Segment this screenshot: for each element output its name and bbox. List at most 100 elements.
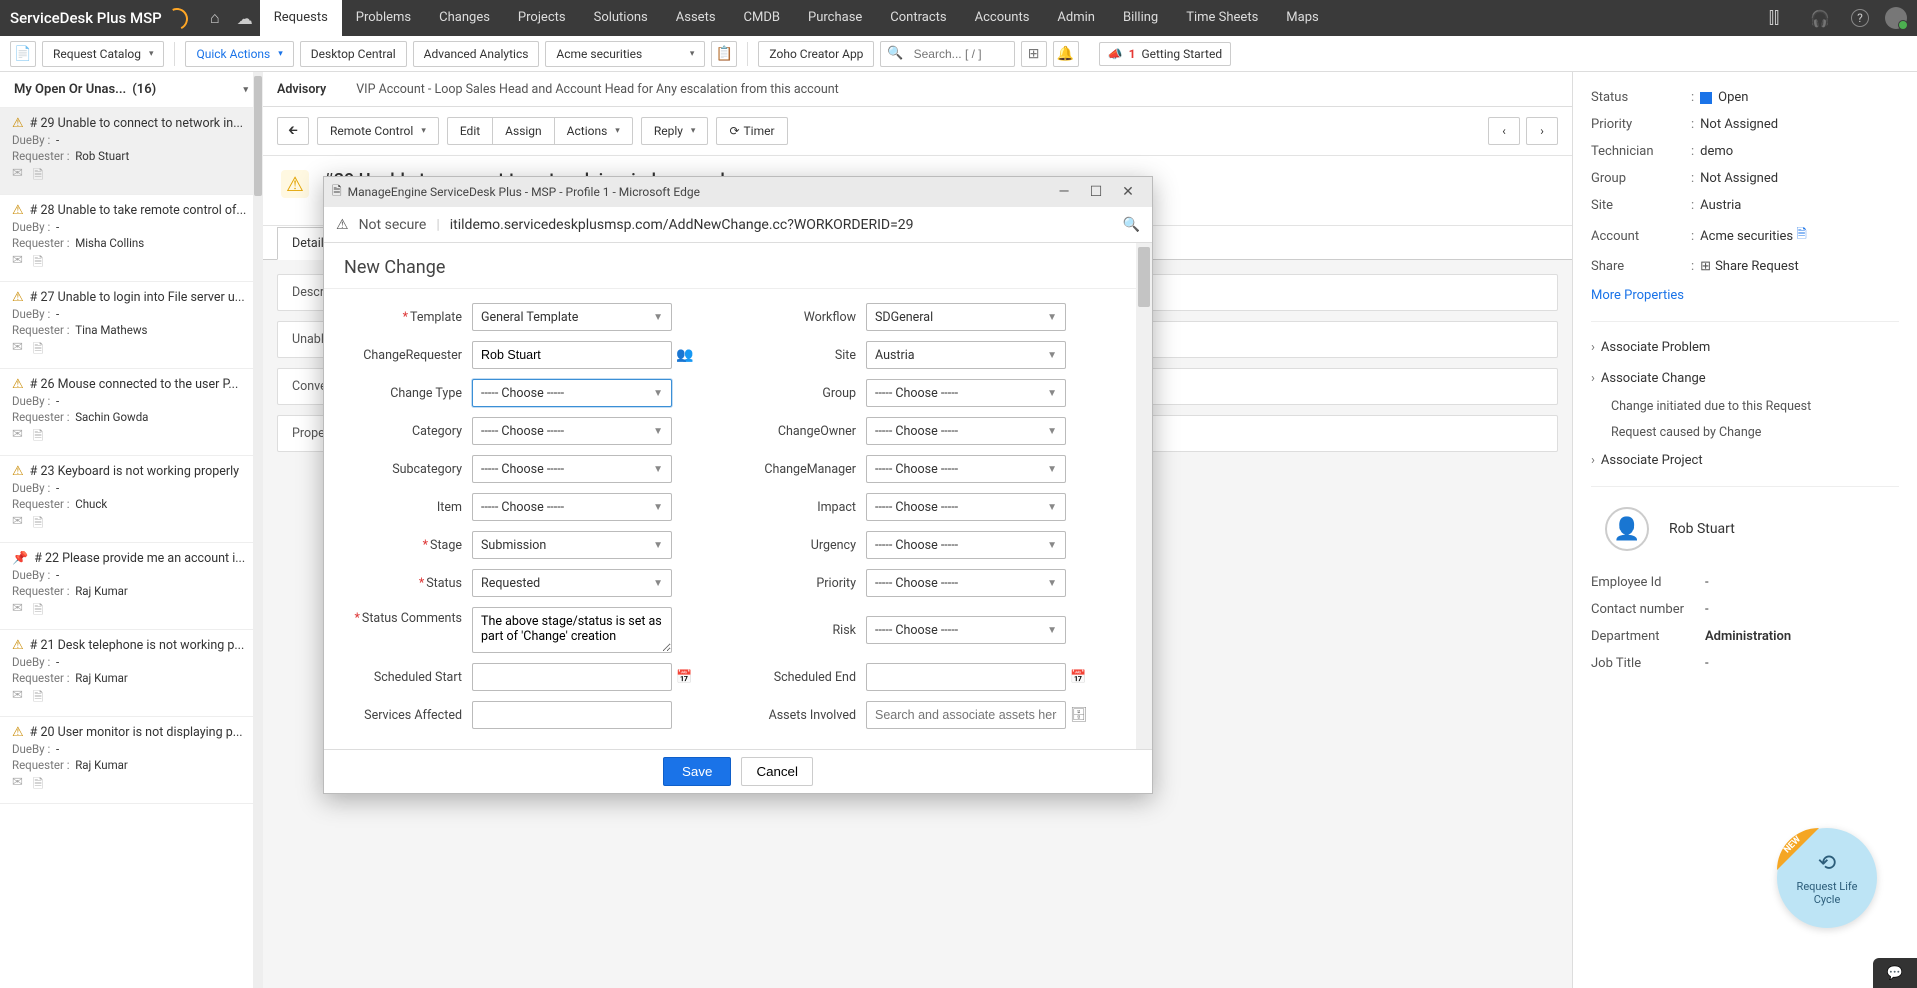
mail-icon[interactable]: ✉ bbox=[12, 166, 23, 188]
desktop-central-button[interactable]: Desktop Central bbox=[300, 41, 407, 67]
barcode-icon[interactable]: ⊞ bbox=[1021, 41, 1047, 67]
note-icon[interactable]: 🗎 bbox=[33, 253, 43, 275]
user-avatar-icon[interactable] bbox=[1885, 7, 1907, 29]
mail-icon[interactable]: ✉ bbox=[12, 427, 23, 449]
share-value[interactable]: Share Request bbox=[1715, 259, 1799, 274]
asset-picker-icon[interactable]: 🗄 bbox=[1070, 707, 1088, 723]
request-list-item[interactable]: ⚠# 23 Keyboard is not working properlyDu… bbox=[0, 456, 262, 543]
list-filter-dropdown[interactable]: My Open Or Unas... (16) ▾ bbox=[0, 72, 262, 108]
request-caused-text[interactable]: Request caused by Change bbox=[1591, 420, 1899, 446]
change-requester-input[interactable] bbox=[472, 341, 672, 369]
request-list-item[interactable]: ⚠# 26 Mouse connected to the user P...Du… bbox=[0, 369, 262, 456]
note-icon[interactable]: 🗎 bbox=[33, 775, 43, 797]
request-list-item[interactable]: ⚠# 27 Unable to login into File server u… bbox=[0, 282, 262, 369]
edit-button[interactable]: Edit bbox=[447, 117, 493, 145]
request-lifecycle-badge[interactable]: NEW ⟲ Request Life Cycle bbox=[1777, 828, 1877, 928]
mail-icon[interactable]: ✉ bbox=[12, 601, 23, 623]
urgency-select[interactable]: ----- Choose -----▼ bbox=[866, 531, 1066, 559]
topnav-tab-purchase[interactable]: Purchase bbox=[794, 0, 876, 36]
request-list-item[interactable]: ⚠# 21 Desk telephone is not working p...… bbox=[0, 630, 262, 717]
change-manager-select[interactable]: ----- Choose -----▼ bbox=[866, 455, 1066, 483]
save-button[interactable]: Save bbox=[663, 757, 731, 786]
mail-icon[interactable]: ✉ bbox=[12, 340, 23, 362]
note-icon[interactable]: 🗎 bbox=[33, 688, 43, 710]
mail-icon[interactable]: ✉ bbox=[12, 688, 23, 710]
stage-select[interactable]: Submission▼ bbox=[472, 531, 672, 559]
site-select[interactable]: Austria▼ bbox=[866, 341, 1066, 369]
scheduled-start-input[interactable] bbox=[472, 663, 672, 691]
topnav-tab-assets[interactable]: Assets bbox=[662, 0, 730, 36]
global-search-input[interactable] bbox=[908, 43, 1008, 65]
account-addon-icon[interactable]: 📋 bbox=[711, 41, 737, 67]
prev-button[interactable]: ‹ bbox=[1488, 117, 1520, 145]
quick-actions-button[interactable]: Quick Actions▾ bbox=[185, 41, 293, 67]
reply-button[interactable]: Reply bbox=[641, 117, 709, 145]
chat-icon[interactable]: 💬 bbox=[1873, 958, 1917, 988]
calendar-start-icon[interactable]: 📅 bbox=[676, 670, 694, 685]
new-request-icon[interactable]: 📄 bbox=[10, 41, 36, 67]
account-selector[interactable]: Acme securities▾ bbox=[545, 41, 705, 67]
modal-titlebar[interactable]: 🗎 ManageEngine ServiceDesk Plus - MSP - … bbox=[324, 177, 1152, 207]
change-initiated-text[interactable]: Change initiated due to this Request bbox=[1591, 394, 1899, 420]
remote-control-button[interactable]: Remote Control bbox=[317, 117, 439, 145]
bell-icon[interactable]: 🔔 bbox=[1053, 41, 1079, 67]
item-select[interactable]: ----- Choose -----▼ bbox=[472, 493, 672, 521]
minimize-button[interactable]: — bbox=[1048, 184, 1080, 200]
advanced-analytics-button[interactable]: Advanced Analytics bbox=[413, 41, 540, 67]
people-picker-icon[interactable]: 👥 bbox=[676, 347, 694, 363]
back-button[interactable]: 🡰 bbox=[277, 117, 309, 145]
template-select[interactable]: General Template▼ bbox=[472, 303, 672, 331]
services-affected-input[interactable] bbox=[472, 701, 672, 729]
category-select[interactable]: ----- Choose -----▼ bbox=[472, 417, 672, 445]
topnav-tab-changes[interactable]: Changes bbox=[425, 0, 504, 36]
actions-button[interactable]: Actions bbox=[554, 117, 633, 145]
mail-icon[interactable]: ✉ bbox=[12, 253, 23, 275]
stats-icon[interactable]: ⫿⫿ bbox=[1759, 8, 1789, 28]
next-button[interactable]: › bbox=[1526, 117, 1558, 145]
maximize-button[interactable]: ☐ bbox=[1080, 184, 1112, 200]
close-button[interactable]: ✕ bbox=[1112, 184, 1144, 200]
topnav-tab-projects[interactable]: Projects bbox=[504, 0, 580, 36]
modal-scrollbar[interactable] bbox=[1136, 243, 1152, 749]
subcategory-select[interactable]: ----- Choose -----▼ bbox=[472, 455, 672, 483]
help-icon[interactable]: ? bbox=[1851, 9, 1869, 27]
cloud-icon[interactable]: ☁ bbox=[230, 9, 260, 28]
status-select[interactable]: Requested▼ bbox=[472, 569, 672, 597]
priority-select[interactable]: ----- Choose -----▼ bbox=[866, 569, 1066, 597]
risk-select[interactable]: ----- Choose -----▼ bbox=[866, 616, 1066, 644]
getting-started-button[interactable]: 📣 1 Getting Started bbox=[1099, 42, 1232, 66]
assign-button[interactable]: Assign bbox=[492, 117, 555, 145]
timer-button[interactable]: ⟳Timer bbox=[716, 117, 787, 145]
note-icon[interactable]: 🗎 bbox=[33, 514, 43, 536]
note-icon[interactable]: 🗎 bbox=[33, 166, 43, 188]
more-properties-link[interactable]: More Properties bbox=[1591, 280, 1899, 311]
status-comments-input[interactable] bbox=[472, 607, 672, 653]
request-list-item[interactable]: ⚠# 28 Unable to take remote control of..… bbox=[0, 195, 262, 282]
change-type-select[interactable]: ----- Choose -----▼ bbox=[472, 379, 672, 407]
topnav-tab-maps[interactable]: Maps bbox=[1272, 0, 1332, 36]
headset-icon[interactable]: 🎧 bbox=[1805, 9, 1835, 28]
home-icon[interactable]: ⌂ bbox=[200, 8, 230, 28]
workflow-select[interactable]: SDGeneral▼ bbox=[866, 303, 1066, 331]
note-icon[interactable]: 🗎 bbox=[33, 340, 43, 362]
mail-icon[interactable]: ✉ bbox=[12, 775, 23, 797]
topnav-tab-contracts[interactable]: Contracts bbox=[876, 0, 960, 36]
cancel-button[interactable]: Cancel bbox=[741, 757, 813, 786]
request-list-item[interactable]: ⚠# 20 User monitor is not displaying p..… bbox=[0, 717, 262, 804]
calendar-end-icon[interactable]: 📅 bbox=[1070, 670, 1088, 685]
topnav-tab-time-sheets[interactable]: Time Sheets bbox=[1172, 0, 1272, 36]
topnav-tab-cmdb[interactable]: CMDB bbox=[730, 0, 794, 36]
assets-involved-input[interactable] bbox=[866, 701, 1066, 729]
request-list-item[interactable]: 📌# 22 Please provide me an account i...D… bbox=[0, 543, 262, 630]
scheduled-end-input[interactable] bbox=[866, 663, 1066, 691]
topnav-tab-billing[interactable]: Billing bbox=[1109, 0, 1172, 36]
topnav-tab-accounts[interactable]: Accounts bbox=[961, 0, 1044, 36]
topnav-tab-problems[interactable]: Problems bbox=[342, 0, 425, 36]
topnav-tab-requests[interactable]: Requests bbox=[260, 0, 342, 36]
change-group-select[interactable]: ----- Choose -----▼ bbox=[866, 379, 1066, 407]
share-icon[interactable]: ⊞ bbox=[1700, 259, 1711, 274]
mail-icon[interactable]: ✉ bbox=[12, 514, 23, 536]
zoho-creator-button[interactable]: Zoho Creator App bbox=[758, 41, 874, 67]
request-list-item[interactable]: ⚠# 29 Unable to connect to network in...… bbox=[0, 108, 262, 195]
url-search-icon[interactable]: 🔍 bbox=[1123, 217, 1140, 233]
